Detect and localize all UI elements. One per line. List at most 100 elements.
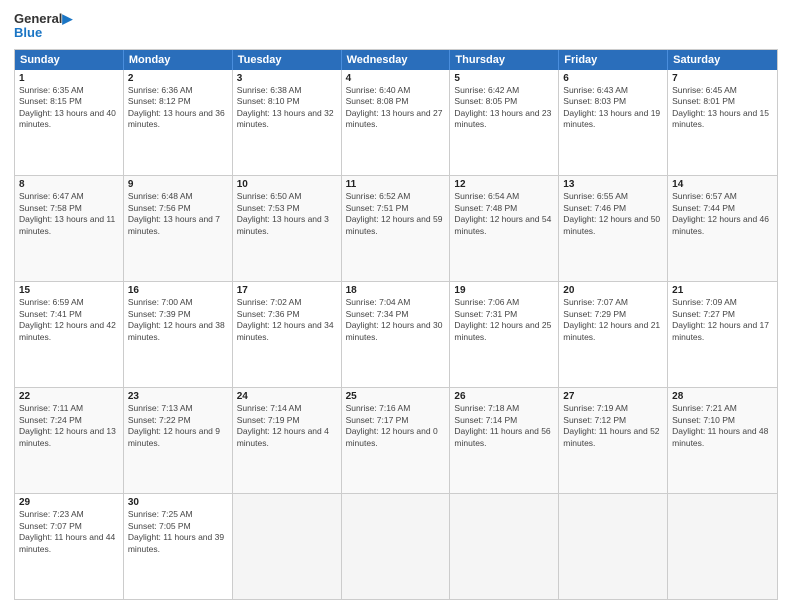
cell-sunset: Sunset: 7:27 PM bbox=[672, 309, 735, 319]
cell-daylight: Daylight: 11 hours and 52 minutes. bbox=[563, 426, 659, 447]
header-monday: Monday bbox=[124, 50, 233, 70]
cell-daylight: Daylight: 12 hours and 4 minutes. bbox=[237, 426, 329, 447]
table-row bbox=[233, 494, 342, 599]
table-row: 16 Sunrise: 7:00 AM Sunset: 7:39 PM Dayl… bbox=[124, 282, 233, 387]
cell-daylight: Daylight: 11 hours and 56 minutes. bbox=[454, 426, 550, 447]
cell-sunset: Sunset: 8:05 PM bbox=[454, 96, 517, 106]
table-row: 25 Sunrise: 7:16 AM Sunset: 7:17 PM Dayl… bbox=[342, 388, 451, 493]
cell-daylight: Daylight: 12 hours and 21 minutes. bbox=[563, 320, 660, 341]
cell-sunrise: Sunrise: 7:18 AM bbox=[454, 403, 519, 413]
cell-sunset: Sunset: 7:05 PM bbox=[128, 521, 191, 531]
cell-sunrise: Sunrise: 6:50 AM bbox=[237, 191, 302, 201]
cell-sunrise: Sunrise: 6:40 AM bbox=[346, 85, 411, 95]
table-row: 20 Sunrise: 7:07 AM Sunset: 7:29 PM Dayl… bbox=[559, 282, 668, 387]
day-number: 8 bbox=[19, 179, 119, 190]
cell-sunset: Sunset: 8:15 PM bbox=[19, 96, 82, 106]
cell-daylight: Daylight: 11 hours and 44 minutes. bbox=[19, 532, 115, 553]
day-number: 19 bbox=[454, 285, 554, 296]
table-row: 5 Sunrise: 6:42 AM Sunset: 8:05 PM Dayli… bbox=[450, 70, 559, 176]
cell-daylight: Daylight: 13 hours and 7 minutes. bbox=[128, 214, 220, 235]
cell-sunrise: Sunrise: 7:14 AM bbox=[237, 403, 302, 413]
cell-sunrise: Sunrise: 6:52 AM bbox=[346, 191, 411, 201]
header-tuesday: Tuesday bbox=[233, 50, 342, 70]
cell-sunset: Sunset: 7:24 PM bbox=[19, 415, 82, 425]
table-row: 7 Sunrise: 6:45 AM Sunset: 8:01 PM Dayli… bbox=[668, 70, 777, 176]
cell-sunset: Sunset: 7:48 PM bbox=[454, 203, 517, 213]
cell-sunset: Sunset: 7:31 PM bbox=[454, 309, 517, 319]
day-number: 10 bbox=[237, 179, 337, 190]
cell-daylight: Daylight: 12 hours and 30 minutes. bbox=[346, 320, 443, 341]
cell-sunset: Sunset: 8:01 PM bbox=[672, 96, 735, 106]
day-number: 18 bbox=[346, 285, 446, 296]
cell-sunset: Sunset: 7:53 PM bbox=[237, 203, 300, 213]
week-row-4: 22 Sunrise: 7:11 AM Sunset: 7:24 PM Dayl… bbox=[15, 387, 777, 493]
cell-daylight: Daylight: 12 hours and 34 minutes. bbox=[237, 320, 334, 341]
day-number: 14 bbox=[672, 179, 773, 190]
logo: General▶ Blue bbox=[14, 12, 72, 41]
cell-sunrise: Sunrise: 7:13 AM bbox=[128, 403, 193, 413]
table-row: 14 Sunrise: 6:57 AM Sunset: 7:44 PM Dayl… bbox=[668, 176, 777, 281]
day-number: 6 bbox=[563, 73, 663, 84]
cell-sunset: Sunset: 7:36 PM bbox=[237, 309, 300, 319]
day-number: 12 bbox=[454, 179, 554, 190]
cell-sunrise: Sunrise: 7:25 AM bbox=[128, 509, 193, 519]
cell-sunrise: Sunrise: 6:42 AM bbox=[454, 85, 519, 95]
cell-sunset: Sunset: 7:19 PM bbox=[237, 415, 300, 425]
week-row-3: 15 Sunrise: 6:59 AM Sunset: 7:41 PM Dayl… bbox=[15, 281, 777, 387]
day-number: 2 bbox=[128, 73, 228, 84]
table-row: 22 Sunrise: 7:11 AM Sunset: 7:24 PM Dayl… bbox=[15, 388, 124, 493]
header-sunday: Sunday bbox=[15, 50, 124, 70]
cell-sunset: Sunset: 7:17 PM bbox=[346, 415, 409, 425]
cell-daylight: Daylight: 13 hours and 23 minutes. bbox=[454, 108, 551, 129]
cell-sunrise: Sunrise: 6:38 AM bbox=[237, 85, 302, 95]
cell-sunrise: Sunrise: 7:21 AM bbox=[672, 403, 737, 413]
cell-sunrise: Sunrise: 6:43 AM bbox=[563, 85, 628, 95]
week-row-2: 8 Sunrise: 6:47 AM Sunset: 7:58 PM Dayli… bbox=[15, 175, 777, 281]
cell-sunset: Sunset: 7:22 PM bbox=[128, 415, 191, 425]
day-number: 5 bbox=[454, 73, 554, 84]
cell-sunset: Sunset: 8:10 PM bbox=[237, 96, 300, 106]
day-number: 22 bbox=[19, 391, 119, 402]
table-row: 27 Sunrise: 7:19 AM Sunset: 7:12 PM Dayl… bbox=[559, 388, 668, 493]
cell-sunset: Sunset: 7:14 PM bbox=[454, 415, 517, 425]
cell-daylight: Daylight: 13 hours and 11 minutes. bbox=[19, 214, 115, 235]
table-row: 13 Sunrise: 6:55 AM Sunset: 7:46 PM Dayl… bbox=[559, 176, 668, 281]
cell-sunrise: Sunrise: 6:48 AM bbox=[128, 191, 193, 201]
cell-sunrise: Sunrise: 7:11 AM bbox=[19, 403, 83, 413]
cell-daylight: Daylight: 13 hours and 40 minutes. bbox=[19, 108, 116, 129]
header-wednesday: Wednesday bbox=[342, 50, 451, 70]
week-row-5: 29 Sunrise: 7:23 AM Sunset: 7:07 PM Dayl… bbox=[15, 493, 777, 599]
day-number: 23 bbox=[128, 391, 228, 402]
cell-daylight: Daylight: 13 hours and 27 minutes. bbox=[346, 108, 443, 129]
cell-sunrise: Sunrise: 7:02 AM bbox=[237, 297, 302, 307]
day-number: 16 bbox=[128, 285, 228, 296]
table-row: 3 Sunrise: 6:38 AM Sunset: 8:10 PM Dayli… bbox=[233, 70, 342, 176]
cell-daylight: Daylight: 12 hours and 54 minutes. bbox=[454, 214, 551, 235]
day-number: 9 bbox=[128, 179, 228, 190]
cell-sunrise: Sunrise: 6:57 AM bbox=[672, 191, 737, 201]
week-row-1: 1 Sunrise: 6:35 AM Sunset: 8:15 PM Dayli… bbox=[15, 70, 777, 176]
cell-sunrise: Sunrise: 7:00 AM bbox=[128, 297, 193, 307]
table-row bbox=[559, 494, 668, 599]
cell-sunset: Sunset: 7:39 PM bbox=[128, 309, 191, 319]
cell-daylight: Daylight: 13 hours and 36 minutes. bbox=[128, 108, 225, 129]
table-row: 28 Sunrise: 7:21 AM Sunset: 7:10 PM Dayl… bbox=[668, 388, 777, 493]
cell-sunset: Sunset: 7:34 PM bbox=[346, 309, 409, 319]
page: General▶ Blue Sunday Monday Tuesday Wedn… bbox=[0, 0, 792, 612]
table-row: 30 Sunrise: 7:25 AM Sunset: 7:05 PM Dayl… bbox=[124, 494, 233, 599]
calendar: Sunday Monday Tuesday Wednesday Thursday… bbox=[14, 49, 778, 600]
table-row: 12 Sunrise: 6:54 AM Sunset: 7:48 PM Dayl… bbox=[450, 176, 559, 281]
cell-sunset: Sunset: 7:44 PM bbox=[672, 203, 735, 213]
table-row: 8 Sunrise: 6:47 AM Sunset: 7:58 PM Dayli… bbox=[15, 176, 124, 281]
cell-sunrise: Sunrise: 6:59 AM bbox=[19, 297, 84, 307]
cell-sunset: Sunset: 7:12 PM bbox=[563, 415, 626, 425]
cell-daylight: Daylight: 12 hours and 17 minutes. bbox=[672, 320, 769, 341]
day-number: 11 bbox=[346, 179, 446, 190]
cell-daylight: Daylight: 12 hours and 9 minutes. bbox=[128, 426, 220, 447]
table-row: 17 Sunrise: 7:02 AM Sunset: 7:36 PM Dayl… bbox=[233, 282, 342, 387]
day-number: 1 bbox=[19, 73, 119, 84]
table-row bbox=[668, 494, 777, 599]
table-row: 24 Sunrise: 7:14 AM Sunset: 7:19 PM Dayl… bbox=[233, 388, 342, 493]
table-row: 2 Sunrise: 6:36 AM Sunset: 8:12 PM Dayli… bbox=[124, 70, 233, 176]
cell-sunrise: Sunrise: 7:09 AM bbox=[672, 297, 737, 307]
